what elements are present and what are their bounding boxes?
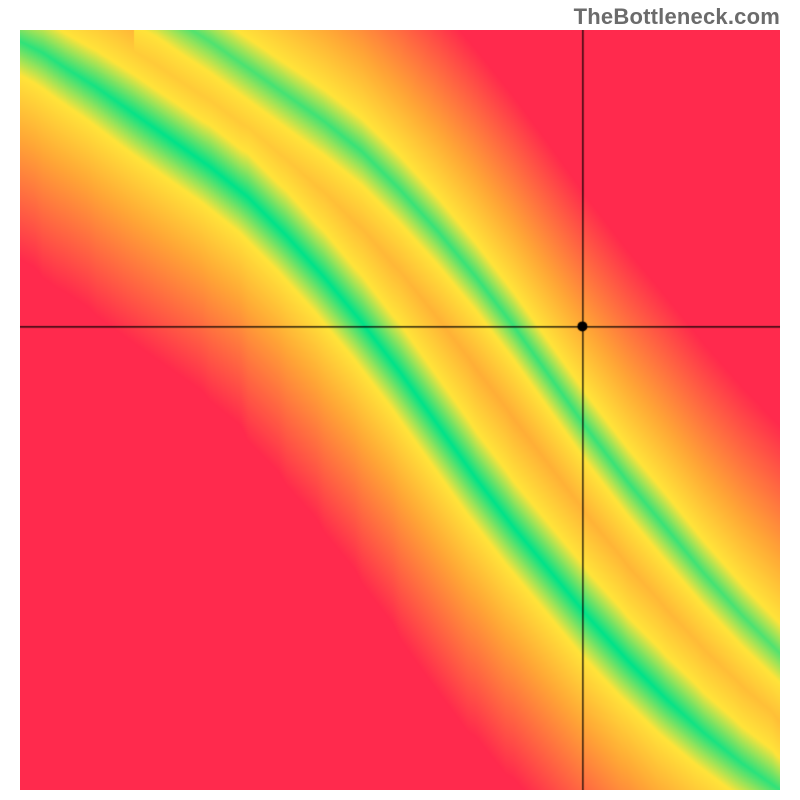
watermark-label: TheBottleneck.com [574,4,780,30]
bottleneck-heatmap [20,30,780,790]
